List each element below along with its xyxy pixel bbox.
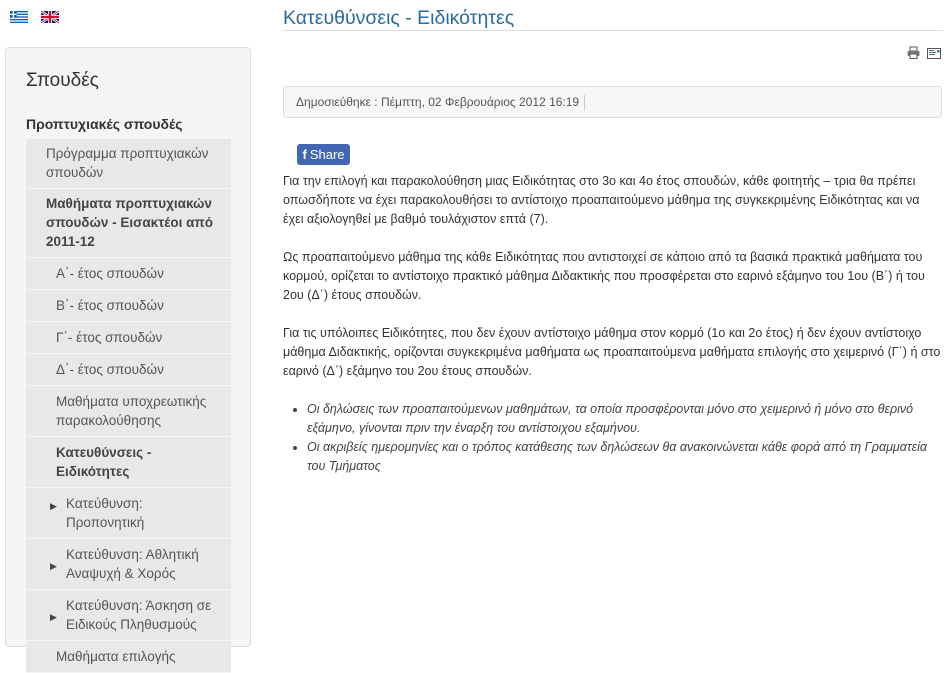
facebook-icon: f xyxy=(302,147,307,162)
language-switcher xyxy=(10,10,60,24)
sidebar-item-active[interactable]: Κατευθύνσεις - Ειδικότητες xyxy=(26,437,231,488)
paragraph: Για την επιλογή και παρακολούθηση μιας Ε… xyxy=(283,174,920,226)
triangle-right-icon: ▶ xyxy=(50,501,57,511)
sidebar: Σπουδές Προπτυχιακές σπουδές Πρόγραμμα π… xyxy=(5,47,251,673)
sidebar-item-label: Δ΄- έτος σπουδών xyxy=(56,362,164,377)
sidebar-item[interactable]: ▶ Κατεύθυνση: Προπονητική xyxy=(26,488,231,539)
paragraph: Ως προαπαιτούμενο μάθημα της κάθε Ειδικό… xyxy=(283,250,925,302)
sidebar-item-label: Κατεύθυνση: Άσκηση σε Ειδικούς Πληθυσμού… xyxy=(66,598,212,632)
article-body: Για την επιλογή και παρακολούθηση μιας Ε… xyxy=(283,172,943,476)
sidebar-item[interactable]: Μαθήματα επιλογής xyxy=(26,641,231,673)
published-date: Δημοσιεύθηκε : Πέμπτη, 02 Φεβρουάριος 20… xyxy=(296,95,580,109)
sidebar-item-label: Α΄- έτος σπουδών xyxy=(56,266,164,281)
article-info-bar: Δημοσιεύθηκε : Πέμπτη, 02 Φεβρουάριος 20… xyxy=(283,86,942,118)
sidebar-item[interactable]: Β΄- έτος σπουδών xyxy=(26,290,231,322)
print-icon[interactable] xyxy=(907,46,920,64)
share-label: Share xyxy=(309,147,345,162)
triangle-right-icon: ▶ xyxy=(50,612,57,622)
greek-flag-icon[interactable] xyxy=(10,10,28,23)
sidebar-item[interactable]: Μαθήματα προπτυχιακών σπουδών - Εισακτέο… xyxy=(26,189,231,258)
sidebar-item[interactable]: Α΄- έτος σπουδών xyxy=(26,258,231,290)
facebook-share-button[interactable]: f Share xyxy=(297,144,350,165)
article-tools xyxy=(907,46,941,64)
uk-flag-icon[interactable] xyxy=(40,10,60,24)
sidebar-item-label: Γ΄- έτος σπουδών xyxy=(56,330,163,345)
sidebar-menu: Πρόγραμμα προπτυχιακών σπουδών Μαθήματα … xyxy=(26,139,231,673)
sidebar-item[interactable]: ▶ Κατεύθυνση: Άσκηση σε Ειδικούς Πληθυσμο… xyxy=(26,590,231,641)
sidebar-item[interactable]: Μαθήματα υποχρεωτικής παρακολούθησης xyxy=(26,386,231,437)
sidebar-item-label: Μαθήματα επιλογής xyxy=(56,649,176,664)
sidebar-item-label: Κατευθύνσεις - Ειδικότητες xyxy=(56,445,152,479)
sidebar-item[interactable]: Πρόγραμμα προπτυχιακών σπουδών xyxy=(26,139,231,189)
page-title: Κατευθύνσεις - Ειδικότητες xyxy=(283,7,515,29)
title-divider xyxy=(283,30,943,31)
sidebar-item-label: Β΄- έτος σπουδών xyxy=(56,298,164,313)
sidebar-item-label: Πρόγραμμα προπτυχιακών σπουδών xyxy=(46,146,209,180)
list-item: Οι ακριβείς ημερομηνίες και ο τρόπος κατ… xyxy=(307,438,943,476)
sidebar-item[interactable]: Δ΄- έτος σπουδών xyxy=(26,354,231,386)
triangle-right-icon: ▶ xyxy=(50,561,57,571)
email-icon[interactable] xyxy=(927,46,941,64)
paragraph: Για τις υπόλοιπες Ειδικότητες, που δεν έ… xyxy=(283,326,941,378)
sidebar-item[interactable]: Γ΄- έτος σπουδών xyxy=(26,322,231,354)
sidebar-item-label: Κατεύθυνση: Προπονητική xyxy=(66,496,145,530)
bullet-list: Οι δηλώσεις των προαπαιτούμενων μαθημάτω… xyxy=(283,400,943,476)
sidebar-item-label: Κατεύθυνση: Αθλητική Αναψυχή & Χορός xyxy=(66,547,199,581)
sidebar-title: Σπουδές xyxy=(26,70,99,91)
sidebar-item-label: Μαθήματα υποχρεωτικής παρακολούθησης xyxy=(56,394,207,428)
sidebar-section-heading[interactable]: Προπτυχιακές σπουδές xyxy=(26,116,183,132)
list-item: Οι δηλώσεις των προαπαιτούμενων μαθημάτω… xyxy=(307,400,943,438)
sidebar-item-label: Μαθήματα προπτυχιακών σπουδών - Εισακτέο… xyxy=(46,196,213,249)
sidebar-item[interactable]: ▶ Κατεύθυνση: Αθλητική Αναψυχή & Χορός xyxy=(26,539,231,590)
